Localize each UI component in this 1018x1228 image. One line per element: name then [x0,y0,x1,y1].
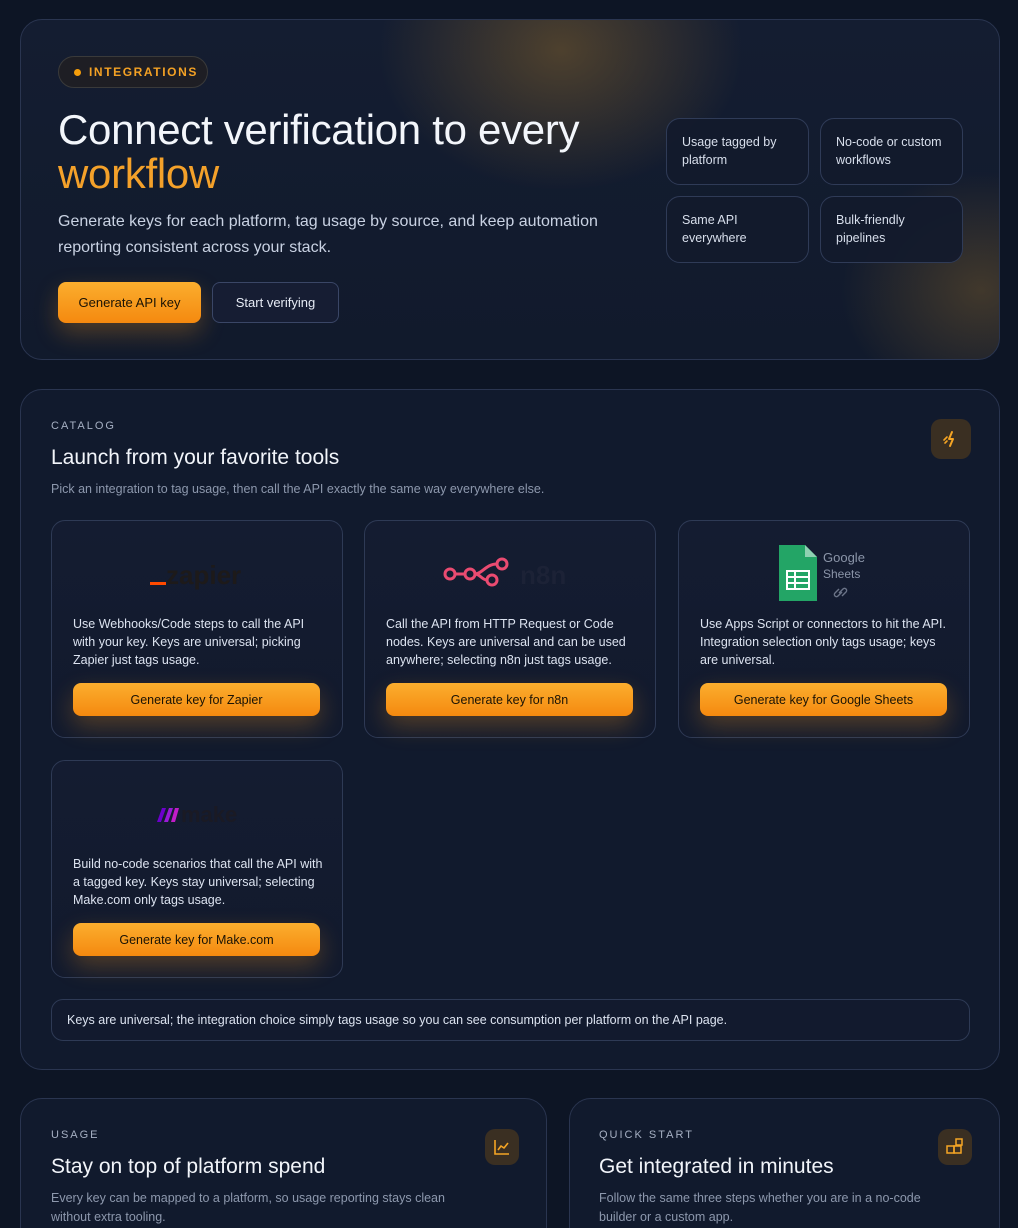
start-verifying-button[interactable]: Start verifying [212,282,339,323]
integration-card-google-sheets: Google Sheets Use Apps Script or connect… [678,520,970,738]
feature-chip-bulk-friendly: Bulk-friendly pipelines [820,196,963,263]
usage-panel: USAGE Stay on top of platform spend Ever… [20,1098,547,1228]
usage-eyebrow: USAGE [51,1129,100,1141]
zapier-logo-text: zapier [166,560,241,590]
make-logo: make [52,779,342,849]
hero-title-accent: workflow [58,150,219,197]
google-sheets-logo: Google Sheets [679,539,969,609]
integration-card-make: make Build no-code scenarios that call t… [51,760,343,978]
generate-key-n8n-button[interactable]: Generate key for n8n [386,683,633,716]
integration-card-zapier: zapier Use Webhooks/Code steps to call t… [51,520,343,738]
hero-subtitle: Generate keys for each platform, tag usa… [58,213,598,256]
line-chart-icon [485,1129,519,1165]
integration-card-n8n: n8n Call the API from HTTP Request or Co… [364,520,656,738]
google-sheets-description: Use Apps Script or connectors to hit the… [700,617,946,667]
n8n-logo: n8n [365,539,655,609]
n8n-description: Call the API from HTTP Request or Code n… [386,617,626,667]
catalog-eyebrow: CATALOG [51,420,116,432]
hero-title: Connect verification to every workflow [58,108,658,196]
blocks-icon [938,1129,972,1165]
integrations-badge: INTEGRATIONS [58,56,208,88]
usage-title: Stay on top of platform spend [51,1155,326,1178]
zapier-logo: zapier [52,539,342,609]
zapier-description: Use Webhooks/Code steps to call the API … [73,617,305,667]
sheets-logo-text: Sheets [823,567,860,581]
hero-title-line: Connect verification to every [58,106,580,153]
catalog-panel: CATALOG Launch from your favorite tools … [20,389,1000,1070]
hero-panel: INTEGRATIONS Connect verification to eve… [20,19,1000,360]
generate-api-key-button[interactable]: Generate API key [58,282,201,323]
plug-icon [931,419,971,459]
feature-chip-no-code: No-code or custom workflows [820,118,963,185]
google-logo-text: Google [823,550,865,565]
quick-start-title: Get integrated in minutes [599,1155,834,1178]
badge-label: INTEGRATIONS [89,65,198,79]
n8n-logo-text: n8n [520,560,566,590]
catalog-title: Launch from your favorite tools [51,446,340,469]
catalog-description: Pick an integration to tag usage, then c… [51,482,545,496]
make-logo-text: make [181,802,237,827]
generate-key-google-sheets-button[interactable]: Generate key for Google Sheets [700,683,947,716]
feature-chip-same-api: Same API everywhere [666,196,809,263]
generate-key-zapier-button[interactable]: Generate key for Zapier [73,683,320,716]
universal-keys-note: Keys are universal; the integration choi… [51,999,970,1041]
feature-chip-usage-tagged: Usage tagged by platform [666,118,809,185]
quick-start-eyebrow: QUICK START [599,1129,694,1141]
quick-start-description: Follow the same three steps whether you … [599,1191,921,1224]
badge-dot-icon [74,68,81,76]
quick-start-panel: QUICK START Get integrated in minutes Fo… [569,1098,1000,1228]
usage-description: Every key can be mapped to a platform, s… [51,1191,445,1224]
generate-key-make-button[interactable]: Generate key for Make.com [73,923,320,956]
make-description: Build no-code scenarios that call the AP… [73,857,323,907]
